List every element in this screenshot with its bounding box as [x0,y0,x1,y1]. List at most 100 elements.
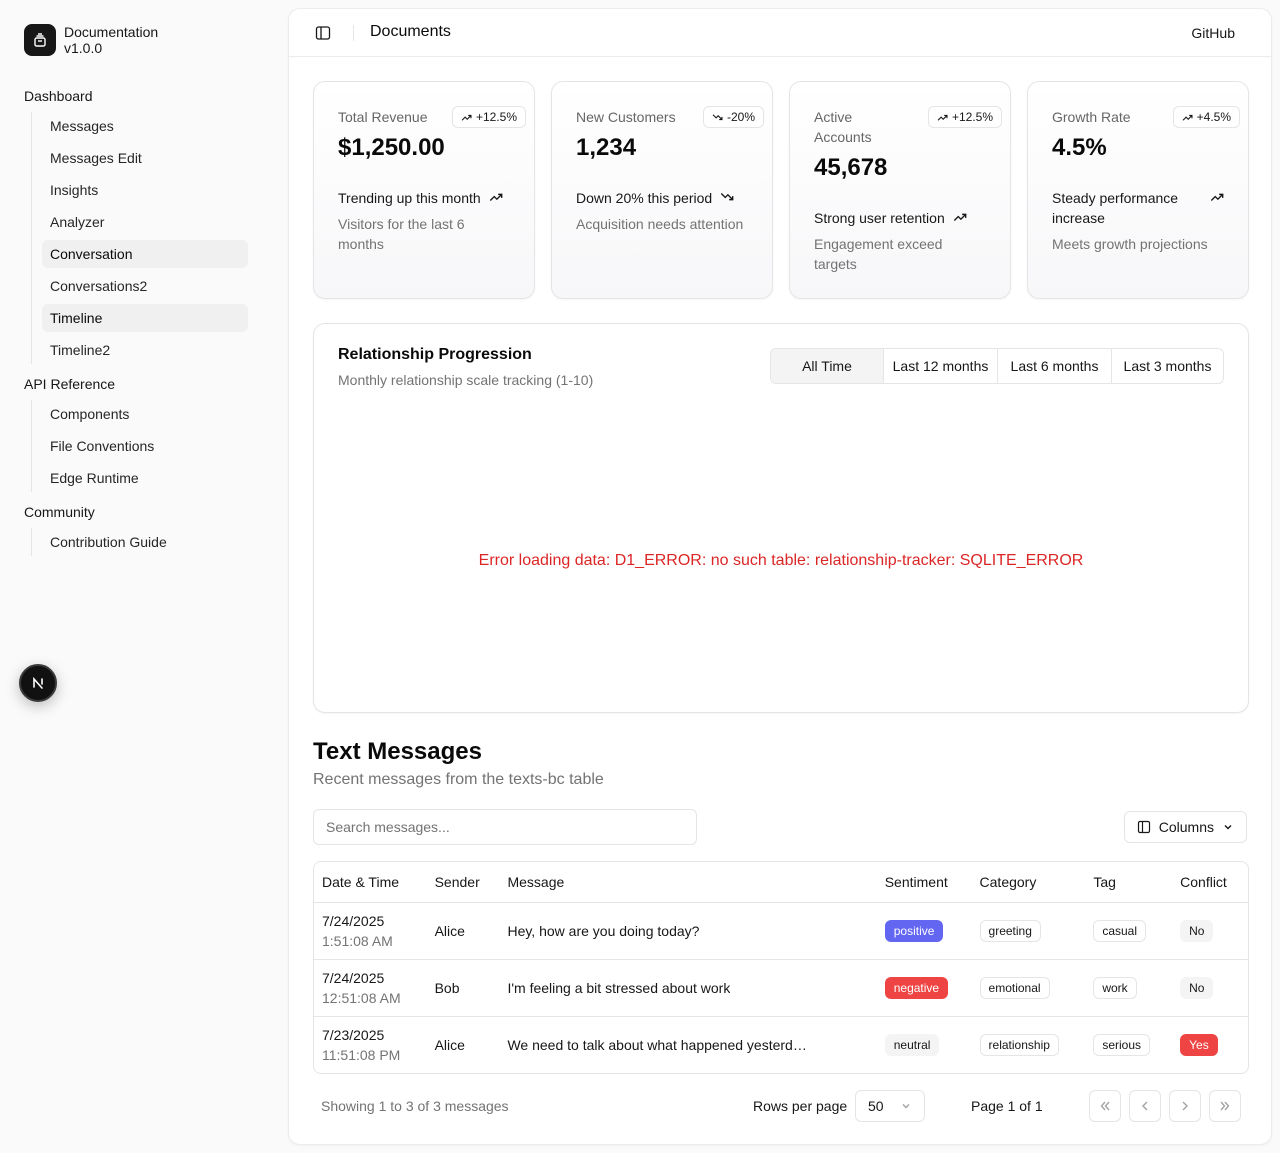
nav-group-community[interactable]: Community [24,496,248,528]
trending-up-icon [1210,193,1224,201]
trending-up-icon [1182,114,1193,121]
tag-badge: work [1093,976,1137,999]
cell-datetime: 7/24/2025 1:51:08 AM [314,902,427,960]
chart-error-message: Error loading data: D1_ERROR: no such ta… [478,552,1084,569]
column-header-category[interactable]: Category [971,862,1086,903]
range-option-last-3-months[interactable]: Last 3 months [1111,349,1223,383]
column-header-conflict[interactable]: Conflict [1172,862,1248,903]
sentiment-badge: negative [884,976,949,999]
main-panel: Documents GitHub Total Revenue +12.5% $1,2… [288,8,1272,1145]
range-option-all-time[interactable]: All Time [771,349,883,383]
kpi-value: 1,234 [576,134,637,161]
kpi-trend: Strong user retention [814,208,967,228]
message-sender: Alice [434,922,465,939]
kpi-trend-text: Down 20% this period [576,190,713,206]
conflict-badge: No [1180,976,1214,999]
kpi-trend-text: Strong user retention [814,210,945,226]
kpi-change-value: -20% [726,110,755,124]
kpi-description: Engagement exceed targets [814,236,943,272]
brand-text: Documentation v1.0.0 [64,24,158,56]
brand-name: Documentation [64,24,159,40]
sidebar-item-file-conventions[interactable]: File Conventions [42,432,248,460]
brand-version: v1.0.0 [64,40,103,56]
kpi-change-value: +12.5% [951,110,993,124]
sidebar-item-timeline2[interactable]: Timeline2 [42,336,248,364]
sidebar-item-messages[interactable]: Messages [42,112,248,140]
nav-group-dashboard[interactable]: Dashboard [24,80,248,112]
next-dev-badge[interactable] [19,664,57,702]
column-header-tag[interactable]: Tag [1085,862,1173,903]
last-page-button[interactable] [1209,1090,1241,1122]
sidebar-toggle-button[interactable] [313,23,333,43]
kpi-trend: Down 20% this period [576,188,734,208]
column-header-sentiment[interactable]: Sentiment [876,862,972,903]
table-row[interactable]: 7/23/2025 11:51:08 PM Alice We need to talk… [314,1016,1248,1073]
cell-sender: Alice [426,902,500,960]
message-text: We need to talk about what happened yest… [507,1037,807,1054]
messages-title: Text Messages [313,738,482,765]
kpi-description: Meets growth projections [1052,236,1208,252]
github-link[interactable]: GitHub [1191,25,1235,41]
relationship-chart-card: Relationship Progression Monthly relatio… [313,323,1249,713]
kpi-value: 45,678 [814,154,888,181]
sentiment-badge: positive [884,919,944,942]
conflict-badge: Yes [1180,1033,1218,1056]
range-option-last-12-months[interactable]: Last 12 months [883,349,997,383]
sidebar-item-conversation[interactable]: Conversation [42,240,248,268]
kpi-change-badge: +12.5% [927,106,1002,128]
nav-group-api-reference[interactable]: API Reference [24,368,248,400]
next-page-button[interactable] [1169,1090,1201,1122]
column-header-date-time[interactable]: Date & Time [314,862,427,903]
sidebar-item-analyzer[interactable]: Analyzer [42,208,248,236]
columns-icon [1137,820,1150,834]
sidebar: Documentation v1.0.0 Dashboard Messages Me… [0,0,280,1153]
sidebar-item-edge-runtime[interactable]: Edge Runtime [42,464,248,492]
kpi-description: Acquisition needs attention [576,216,744,232]
sidebar-item-conversations2[interactable]: Conversations2 [42,272,248,300]
kpi-value: 4.5% [1052,134,1107,161]
column-header-message[interactable]: Message [499,862,877,903]
sentiment-badge: neutral [884,1033,940,1056]
cell-sender: Bob [426,959,500,1017]
message-time: 12:51:08 AM [322,989,401,1006]
prev-page-button[interactable] [1129,1090,1161,1122]
kpi-label: Total Revenue [338,109,428,125]
rows-per-page-label: Rows per page [753,1098,848,1114]
kpi-change-badge: +12.5% [451,106,526,128]
message-text: Hey, how are you doing today? [507,923,700,940]
message-date: 7/23/2025 [322,1026,385,1043]
kpi-trend-text: Trending up this month [338,190,481,206]
search-messages-input[interactable] [313,809,697,845]
tag-badge: serious [1093,1033,1150,1056]
category-badge: greeting [979,919,1041,942]
cell-message: I'm feeling a bit stressed about work [499,959,877,1017]
nav-group-items: Messages Messages Edit Insights Analyzer Con… [31,112,248,364]
nav-group-items: Contribution Guide [31,528,248,556]
columns-button[interactable]: Columns [1123,811,1247,843]
rows-per-page-select[interactable]: 50 [855,1090,925,1122]
kpi-label: Growth Rate [1052,109,1131,125]
page-title: Documents [370,23,451,40]
chevron-left-icon [1142,1101,1148,1111]
table-row[interactable]: 7/24/2025 12:51:08 AM Bob I'm feeling a bit… [314,959,1248,1017]
topbar-separator [353,25,354,41]
message-date: 7/24/2025 [322,969,385,986]
rows-per-page-value: 50 [868,1098,884,1114]
sidebar-item-timeline[interactable]: Timeline [42,304,248,332]
kpi-change-badge: +4.5% [1172,106,1240,128]
brand[interactable]: Documentation v1.0.0 [24,24,158,56]
range-option-last-6-months[interactable]: Last 6 months [997,349,1111,383]
first-page-button[interactable] [1089,1090,1121,1122]
trending-up-icon [461,114,472,121]
sidebar-item-insights[interactable]: Insights [42,176,248,204]
column-header-sender[interactable]: Sender [426,862,500,903]
sidebar-item-messages-edit[interactable]: Messages Edit [42,144,248,172]
cell-sentiment: negative [876,959,972,1017]
sidebar-item-components[interactable]: Components [42,400,248,428]
kpi-card-active-accounts: Active Accounts +12.5% 45,678 Strong user r… [789,81,1011,299]
cell-tag: serious [1085,1016,1172,1073]
table-row[interactable]: 7/24/2025 1:51:08 AM Alice Hey, how are you… [314,902,1248,960]
trending-up-icon [953,213,967,221]
chevron-right-icon [1182,1101,1188,1111]
sidebar-item-contribution-guide[interactable]: Contribution Guide [42,528,248,556]
